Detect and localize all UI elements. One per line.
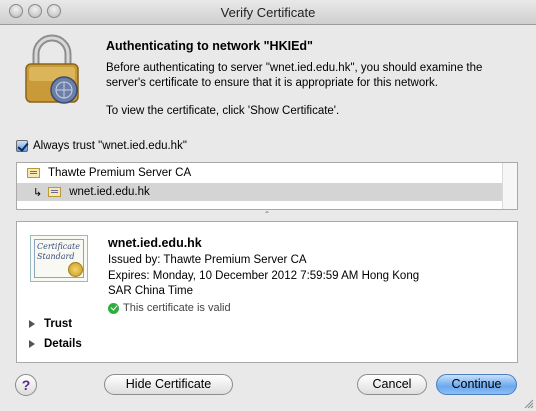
- lock-icon: [25, 34, 79, 104]
- always-trust-checkbox[interactable]: Always trust "wnet.ied.edu.hk": [16, 140, 187, 152]
- tree-item-server-cert[interactable]: ↳ wnet.ied.edu.hk: [17, 183, 517, 201]
- disclosure-triangle-icon[interactable]: [29, 320, 35, 328]
- status-label: This certificate is valid: [123, 302, 231, 314]
- certificate-expiry: Expires: Monday, 10 December 2012 7:59:5…: [108, 270, 420, 297]
- tree-item-label: Thawte Premium Server CA: [48, 167, 192, 179]
- title-bar: Verify Certificate: [0, 0, 536, 25]
- trust-disclosure[interactable]: Trust: [29, 318, 72, 330]
- certificate-chain-list: Thawte Premium Server CA ↳ wnet.ied.edu.…: [16, 162, 518, 210]
- tree-item-label: wnet.ied.edu.hk: [69, 186, 150, 198]
- details-disclosure[interactable]: Details: [29, 338, 82, 350]
- window-title: Verify Certificate: [220, 5, 316, 20]
- trust-section-label[interactable]: Trust: [44, 318, 72, 330]
- disclosure-triangle-icon[interactable]: [29, 340, 35, 348]
- help-button[interactable]: ?: [15, 374, 37, 396]
- certificate-common-name: wnet.ied.edu.hk: [108, 236, 202, 250]
- dialog-message: Before authenticating to server "wnet.ie…: [106, 61, 518, 132]
- certificate-status: This certificate is valid: [108, 302, 231, 314]
- hide-certificate-button[interactable]: Hide Certificate: [104, 374, 233, 395]
- certificate-icon: [48, 187, 62, 197]
- certificate-issuer: Issued by: Thawte Premium Server CA: [108, 254, 307, 266]
- tree-item-root-ca[interactable]: Thawte Premium Server CA: [17, 164, 517, 182]
- resize-grip-icon[interactable]: [524, 399, 534, 409]
- dialog-heading: Authenticating to network "HKIEd": [106, 39, 313, 53]
- verify-certificate-dialog: Verify Certificate Authenticating to net…: [0, 0, 536, 411]
- message-paragraph: Before authenticating to server "wnet.ie…: [106, 62, 483, 89]
- message-paragraph: To view the certificate, click 'Show Cer…: [106, 105, 340, 117]
- continue-button[interactable]: Continue: [436, 374, 517, 395]
- details-section-label[interactable]: Details: [44, 338, 82, 350]
- cancel-button[interactable]: Cancel: [357, 374, 427, 395]
- checkbox-checked-icon[interactable]: [16, 140, 28, 152]
- certificate-icon: [27, 168, 40, 178]
- valid-check-icon: [108, 302, 119, 314]
- split-view-handle[interactable]: ⌃: [16, 210, 518, 220]
- seal-icon: [68, 262, 83, 277]
- badge-text: Certificate Standard: [37, 242, 80, 261]
- vertical-scrollbar[interactable]: [502, 163, 517, 209]
- child-arrow-icon: ↳: [33, 186, 43, 199]
- always-trust-label[interactable]: Always trust "wnet.ied.edu.hk": [33, 140, 187, 152]
- certificate-badge-icon: Certificate Standard: [30, 235, 88, 282]
- certificate-detail-panel: Certificate Standard wnet.ied.edu.hk Iss…: [16, 221, 518, 363]
